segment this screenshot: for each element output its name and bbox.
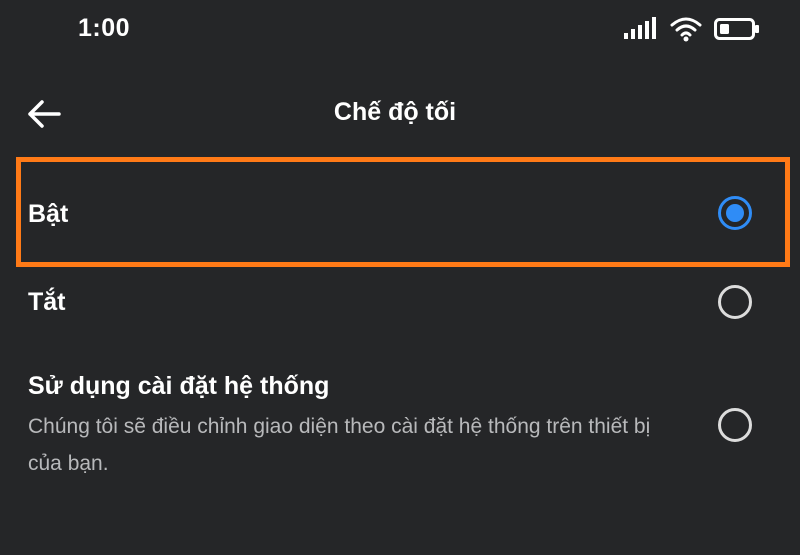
option-system-description: Chúng tôi sẽ điều chỉnh giao diện theo c… (28, 415, 651, 475)
app-bar: Chế độ tối (0, 82, 800, 146)
status-bar: 1:00 (0, 0, 800, 64)
wifi-icon (670, 17, 702, 42)
option-off-label: Tắt (28, 288, 66, 316)
battery-icon (714, 18, 759, 40)
option-off[interactable]: Tắt (0, 265, 800, 345)
option-on-radio[interactable] (718, 196, 752, 230)
option-system-radio[interactable] (718, 408, 752, 442)
option-system[interactable]: Sử dụng cài đặt hệ thống Chúng tôi sẽ đi… (0, 350, 800, 500)
status-icons (624, 16, 760, 42)
option-system-label: Sử dụng cài đặt hệ thống (28, 372, 330, 400)
signal-icon (624, 17, 656, 39)
option-on[interactable]: Bật (0, 160, 800, 264)
status-time: 1:00 (78, 14, 131, 42)
option-on-label: Bật (28, 200, 69, 228)
option-off-radio[interactable] (718, 285, 752, 319)
page-title: Chế độ tối (333, 98, 457, 126)
